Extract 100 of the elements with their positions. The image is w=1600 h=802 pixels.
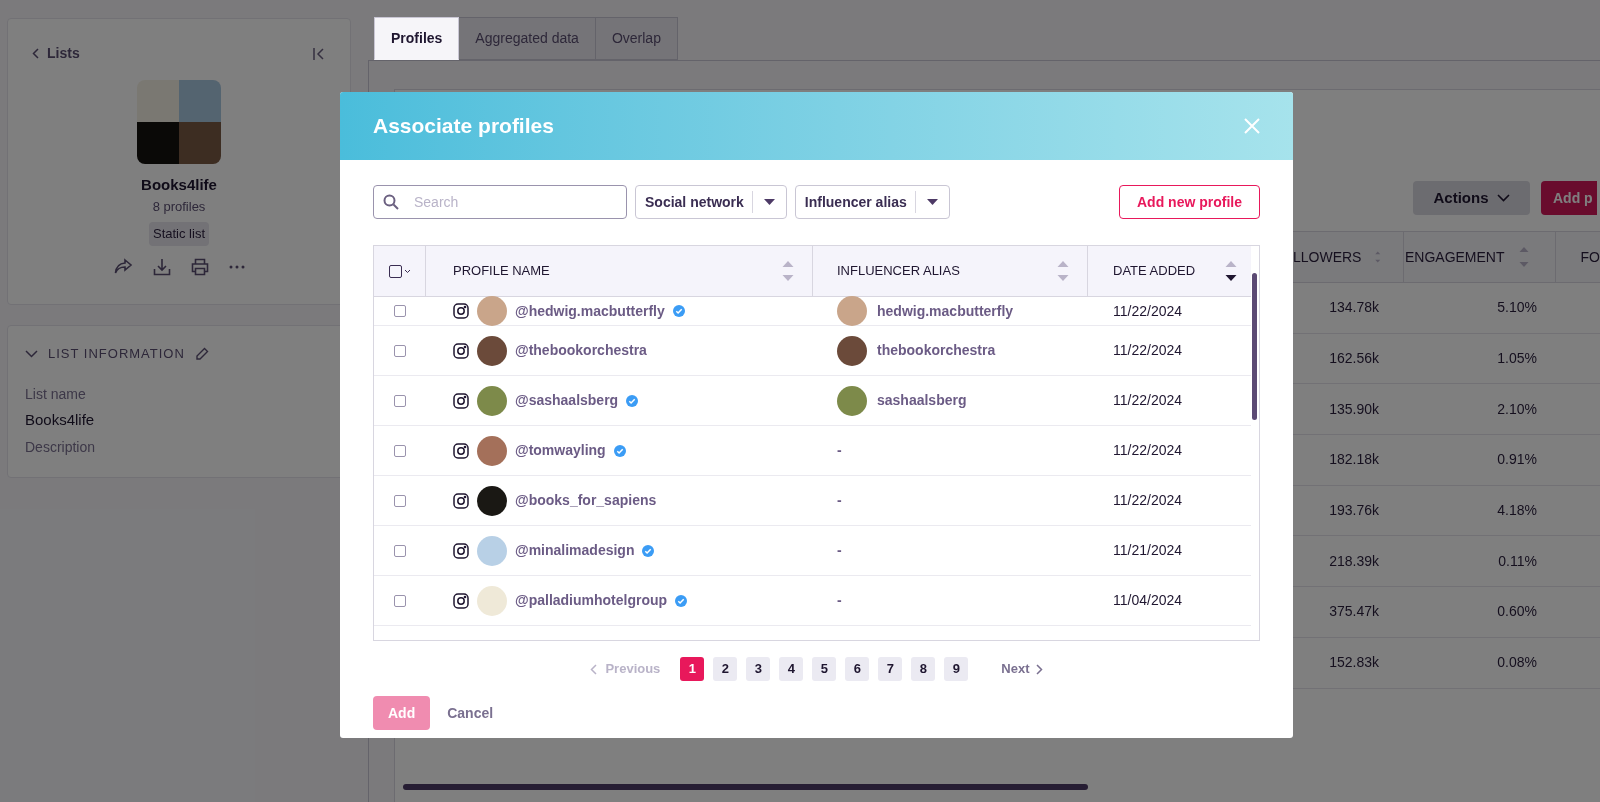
page-button[interactable]: 8 [911,657,936,681]
page-button[interactable]: 5 [812,657,837,681]
table-cell-text: 182.18k [1328,450,1380,470]
table-row[interactable]: @thebookorchestra thebookorchestra 11/22/2024 [374,326,1251,376]
table-cell-text: 0.60% [1496,602,1538,622]
profile-handle[interactable]: @thebookorchestra [515,340,647,361]
profile-handle[interactable]: @minalimadesign [515,540,635,561]
influencer-alias: - [837,491,842,510]
influencer-alias: - [837,441,842,460]
table-cell-text: 193.76k [1328,501,1380,521]
date-cell-text: 11/22/2024 [1112,301,1184,321]
add-new-profile-button[interactable]: Add new profile [1119,185,1260,219]
tab[interactable]: Profiles [374,17,460,60]
list-type-tag: Static list [149,222,209,246]
profile-handle[interactable]: @books_for_sapiens [515,490,657,511]
date-cell-text: 11/21/2024 [1112,541,1184,560]
profile-handle[interactable]: @tomwayling [515,440,606,461]
page-button[interactable]: 1 [680,657,705,681]
influencer-alias: - [837,541,842,560]
avatar [477,335,507,366]
horizontal-scrollbar[interactable] [403,784,1088,790]
tab[interactable]: Overlap [594,17,678,60]
field-label: Description [25,438,97,457]
add-profile-button[interactable]: Add p [1541,181,1597,215]
table-cell-text: 5.10% [1496,298,1538,318]
filter-dropdown[interactable]: Social network [635,185,787,219]
date-cell-text: 11/22/2024 [1112,341,1184,360]
table-cell-text: 135.90k [1328,399,1380,419]
avatar [477,535,507,566]
tab[interactable]: Aggregated data [458,17,596,60]
page-button[interactable]: 6 [845,657,870,681]
influencer-alias: sashaalsberg [877,391,967,410]
select-all-checkbox[interactable] [388,264,402,278]
influencer-alias: thebookorchestra [877,341,996,360]
field-label: List name [25,384,87,404]
row-checkbox[interactable] [394,544,406,557]
influencer-alias: - [837,591,842,610]
search-icon [383,194,399,210]
table-row[interactable]: @minalimadesign - 11/21/2024 [374,526,1251,576]
avatar [477,435,507,466]
profile-count: 8 profiles [152,197,206,216]
date-cell-text: 11/22/2024 [1112,491,1184,510]
chevron-down-icon [1496,194,1510,202]
collapse-icon[interactable] [312,46,326,61]
camera-icon [453,303,469,319]
pencil-icon[interactable] [194,346,209,361]
avatar [477,485,507,516]
section-title: LIST INFORMATION [48,345,185,363]
next-button[interactable]: Next [1001,659,1043,679]
profile-handle[interactable]: @palladiumhotelgroup [515,590,668,611]
page-button[interactable]: 2 [713,657,738,681]
row-checkbox[interactable] [394,394,406,407]
table-cell-text: 152.83k [1328,653,1380,673]
column-header: PROFILE NAME [453,262,550,281]
profile-handle[interactable]: @sashaalsberg [515,390,619,411]
caret-icon[interactable] [403,268,411,274]
column-header: FO [1580,247,1600,267]
chevron-left-icon [590,663,598,675]
table-cell-text: 0.08% [1496,653,1538,673]
page-button[interactable]: 9 [944,657,969,681]
avatar [477,385,507,416]
page-button[interactable]: 3 [746,657,771,681]
camera-icon [453,342,469,359]
page-button[interactable]: 4 [779,657,804,681]
row-checkbox[interactable] [394,594,406,607]
row-checkbox[interactable] [394,305,406,317]
row-checkbox[interactable] [394,444,406,457]
more-icon[interactable] [228,264,245,269]
actions-button[interactable]: Actions [1413,181,1530,215]
camera-icon [453,592,469,609]
download-icon[interactable] [152,257,171,276]
cancel-button[interactable]: Cancel [447,702,494,724]
table-row[interactable]: @tomwayling - 11/22/2024 [374,426,1251,476]
caret-icon [763,199,775,205]
table-cell-text: 2.10% [1496,399,1538,419]
table-row[interactable]: @palladiumhotelgroup - 11/04/2024 [374,576,1251,626]
table-cell-text: 218.39k [1328,551,1380,571]
search-field[interactable]: Search [373,185,627,219]
column-header: ENGAGEMENT [1404,247,1505,267]
camera-icon [453,492,469,509]
row-checkbox[interactable] [394,494,406,507]
page-button[interactable]: 7 [878,657,903,681]
sort-icon[interactable] [1225,260,1237,282]
print-icon[interactable] [190,257,209,276]
row-checkbox[interactable] [394,344,406,357]
chevron-icon[interactable] [25,349,38,358]
chevron-right-icon [1035,663,1043,675]
profile-handle[interactable]: @hedwig.macbutterfly [515,300,665,322]
table-row[interactable]: @books_for_sapiens - 11/22/2024 [374,476,1251,526]
vertical-scrollbar[interactable] [1252,273,1257,420]
table-cell-text: 0.11% [1497,551,1538,571]
table-cell-text: 1.05% [1496,349,1538,369]
camera-icon [453,392,469,409]
column-header: LLOWERS [1293,247,1362,267]
list-name: Books4life [141,175,217,195]
filter-dropdown[interactable]: Influencer alias [794,185,950,219]
back-link[interactable]: Lists [32,43,80,64]
avatar [477,585,507,616]
share-icon[interactable] [113,258,133,275]
influencer-alias: hedwig.macbutterfly [877,301,1014,321]
